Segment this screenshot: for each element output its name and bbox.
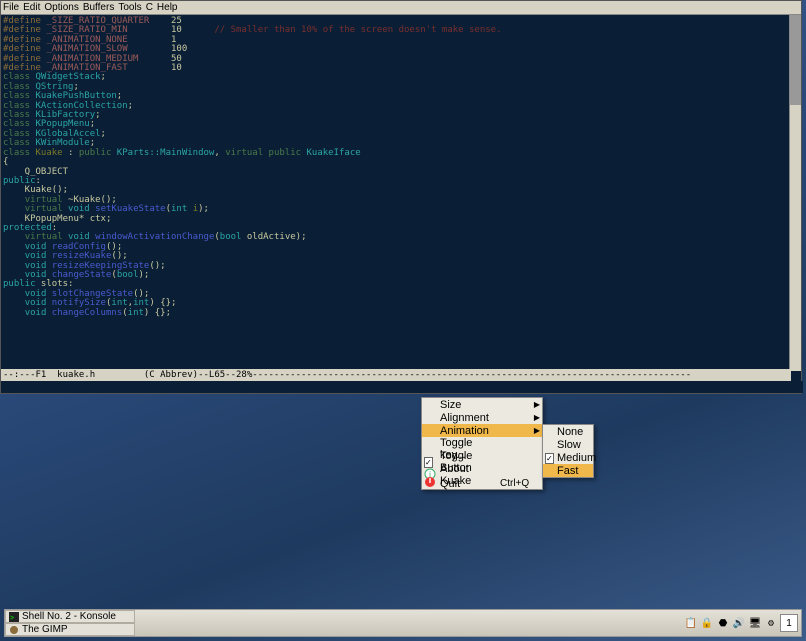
gimp-icon (9, 625, 19, 635)
ctx-item-label: Animation (440, 425, 500, 437)
ctx-item-quit[interactable]: QuitCtrl+Q (422, 476, 542, 489)
ctx-item-toggle-button[interactable]: ✓Toggle Button (422, 450, 542, 463)
ctx-item-alignment[interactable]: Alignment▶ (422, 411, 542, 424)
emacs-menubar: File Edit Options Buffers Tools C Help (1, 1, 801, 15)
menu-file[interactable]: File (3, 2, 19, 13)
emacs-modeline: --:---F1 kuake.h (C Abbrev)--L65--28%---… (1, 369, 791, 381)
menu-options[interactable]: Options (44, 2, 78, 13)
animation-submenu: NoneSlow✓MediumFast (542, 424, 594, 478)
kuake-context-menu: Size▶Alignment▶Animation▶Toggle key...✓T… (421, 397, 543, 490)
ctx-item-toggle-key-[interactable]: Toggle key... (422, 437, 542, 450)
task-label: The GIMP (22, 624, 68, 635)
menu-c[interactable]: C (146, 2, 153, 13)
emacs-minibuffer[interactable] (1, 381, 803, 393)
sound-icon[interactable]: 🔊 (732, 616, 746, 630)
taskbar-task[interactable]: > Shell No. 2 - Konsole (5, 610, 135, 623)
anim-item-label: Medium (557, 452, 596, 464)
task-label: Shell No. 2 - Konsole (22, 611, 116, 622)
ctx-item-label: Alignment (440, 412, 500, 424)
code-area[interactable]: #define _SIZE_RATIO_QUARTER 25#define _S… (1, 15, 801, 320)
desktop-pager[interactable]: 1 (780, 614, 798, 632)
anim-item-slow[interactable]: Slow (543, 438, 593, 451)
taskbar-task[interactable]: The GIMP (5, 623, 135, 636)
ctx-item-label: Size (440, 399, 500, 411)
scrollbar-thumb[interactable] (790, 15, 801, 105)
anim-item-label: Slow (557, 439, 591, 451)
taskbar: > Shell No. 2 - Konsole The GIMP 📋🔒⬣🔊🖥⚙1 (4, 609, 802, 637)
ctx-item-label: Quit (440, 478, 500, 490)
anim-item-label: Fast (557, 465, 591, 477)
display-icon[interactable]: 🖥 (748, 616, 762, 630)
menu-buffers[interactable]: Buffers (83, 2, 115, 13)
anim-item-label: None (557, 426, 591, 438)
menu-tools[interactable]: Tools (118, 2, 141, 13)
emacs-window: File Edit Options Buffers Tools C Help #… (0, 0, 802, 394)
quit-icon (424, 479, 436, 491)
gear-icon[interactable]: ⚙ (764, 616, 778, 630)
menu-edit[interactable]: Edit (23, 2, 40, 13)
ctx-item-animation[interactable]: Animation▶ (422, 424, 542, 437)
ctx-item-size[interactable]: Size▶ (422, 398, 542, 411)
lock-icon[interactable]: 🔒 (700, 616, 714, 630)
kde-icon[interactable]: ⬣ (716, 616, 730, 630)
clipboard-icon[interactable]: 📋 (684, 616, 698, 630)
anim-item-fast[interactable]: Fast (543, 464, 593, 477)
menu-help[interactable]: Help (157, 2, 178, 13)
svg-text:>: > (10, 615, 14, 622)
anim-item-none[interactable]: None (543, 425, 593, 438)
konsole-icon: > (9, 612, 19, 622)
anim-item-medium[interactable]: ✓Medium (543, 451, 593, 464)
scrollbar[interactable] (789, 15, 801, 371)
taskbar-tasks: > Shell No. 2 - Konsole The GIMP (5, 610, 135, 636)
ctx-item-about-kuake[interactable]: iAbout Kuake (422, 463, 542, 476)
system-tray: 📋🔒⬣🔊🖥⚙1 (684, 610, 801, 636)
